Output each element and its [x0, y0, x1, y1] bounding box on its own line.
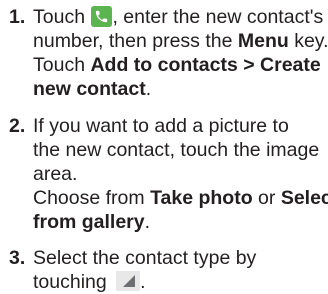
step-1-text: Touch , enter the new contact's number, …: [33, 6, 328, 100]
step-3-text: Select the contact type by touching .: [33, 247, 257, 293]
step-number: 1.: [9, 6, 26, 28]
step-number: 2.: [9, 115, 26, 137]
triangle-icon: [116, 271, 141, 291]
step-number: 3.: [9, 247, 26, 269]
phone-icon: [91, 6, 113, 27]
step-2-text: If you want to add a picture to the new …: [33, 115, 328, 233]
instruction-page: 1. Touch , enter the new contact's numbe…: [0, 0, 328, 293]
